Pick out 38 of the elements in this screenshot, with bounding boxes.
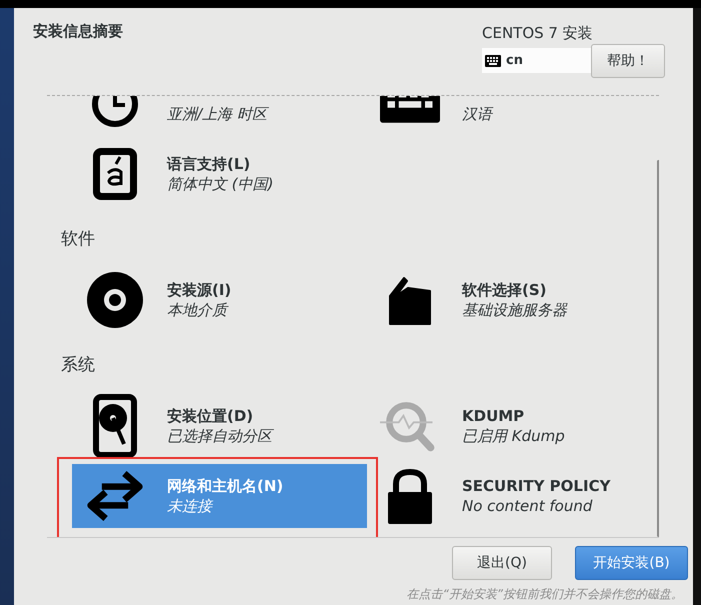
item-title: 安装位置(D): [167, 406, 254, 426]
item-status: 汉语: [462, 104, 492, 124]
hub-item[interactable]: SECURITY POLICY No content found: [367, 464, 647, 528]
footer-note: 在点击“开始安装”按钮前我们并不会操作您的磁盘。: [406, 586, 684, 603]
section-heading: 系统: [60, 354, 96, 377]
item-status: 未连接: [167, 496, 214, 516]
hub-item[interactable]: 亚洲/上海 时区: [72, 96, 367, 136]
item-title: 安装源(I): [167, 280, 232, 300]
hub-item[interactable]: 软件选择(S) 基础设施服务器: [367, 268, 647, 332]
item-title: 软件选择(S): [462, 280, 548, 300]
lock-icon: [386, 468, 434, 524]
item-status: 本地介质: [167, 300, 230, 320]
hub-item[interactable]: 安装源(I) 本地介质: [72, 268, 367, 332]
hub-item[interactable]: 汉语: [367, 96, 647, 136]
page-title: 安装信息摘要: [33, 22, 123, 42]
keyboard-layout-indicator[interactable]: cn: [482, 48, 592, 73]
letter-a-icon: [91, 146, 139, 202]
section-heading: 软件: [60, 228, 96, 251]
item-status: 已选择自动分区: [167, 426, 272, 446]
product-title: CENTOS 7 安装: [482, 23, 593, 43]
item-title: KDUMP: [462, 406, 526, 426]
item-status: 已启用 Kdump: [462, 426, 565, 446]
help-button[interactable]: 帮助！: [591, 44, 665, 78]
disc-icon: [87, 272, 143, 328]
box-icon: [388, 274, 432, 326]
item-status: 基础设施服务器: [462, 300, 567, 320]
item-status: 简体中文 (中国): [167, 174, 274, 194]
hub-item[interactable]: KDUMP 已启用 Kdump: [367, 394, 647, 458]
arrows-icon: [85, 468, 145, 524]
item-status: No content found: [462, 496, 594, 516]
hub-item[interactable]: 安装位置(D) 已选择自动分区: [72, 394, 367, 458]
item-title: 语言支持(L): [167, 154, 252, 174]
item-title: SECURITY POLICY: [462, 476, 610, 496]
item-title: 网络和主机名(N): [167, 476, 284, 496]
keyboard-icon: [485, 54, 501, 66]
item-status: 亚洲/上海 时区: [167, 104, 267, 124]
hub-item[interactable]: 语言支持(L) 简体中文 (中国): [72, 142, 367, 206]
quit-button[interactable]: 退出(Q): [452, 546, 552, 580]
